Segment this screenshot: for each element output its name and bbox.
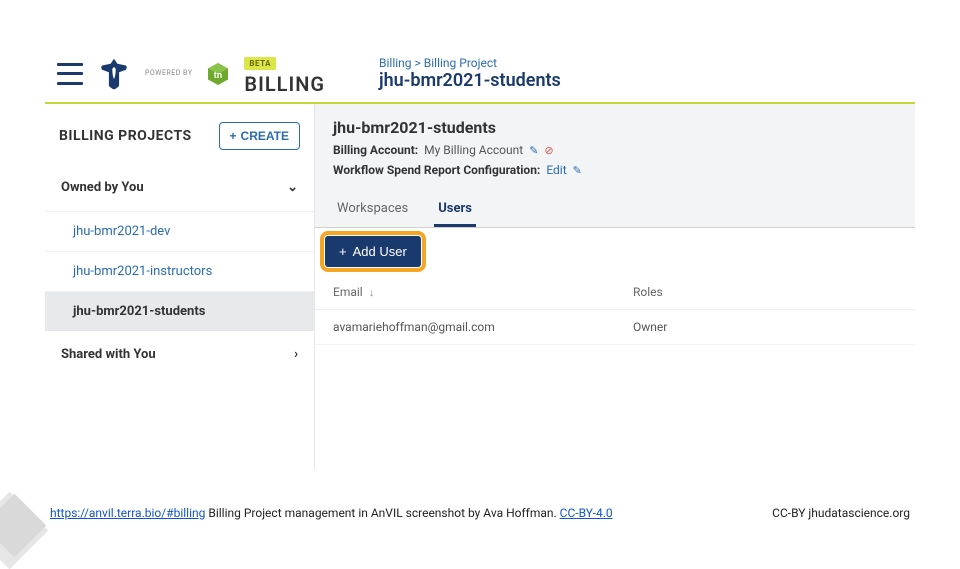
powered-by-label: POWERED BY — [145, 70, 192, 78]
table-row: avamariehoffman@gmail.com Owner — [315, 310, 915, 345]
svg-text:tn: tn — [214, 70, 223, 80]
workflow-config-row: Workflow Spend Report Configuration: Edi… — [333, 163, 897, 177]
remove-icon[interactable]: ⊘ — [544, 144, 553, 157]
main-panel: jhu-bmr2021-students Billing Account: My… — [315, 104, 915, 470]
users-tab-body: + Add User Email ↓ Roles avamariehoffman… — [315, 228, 915, 470]
tab-workspaces[interactable]: Workspaces — [333, 193, 412, 227]
page-title: jhu-bmr2021-students — [379, 70, 561, 91]
breadcrumb-block: Billing > Billing Project jhu-bmr2021-st… — [379, 56, 561, 91]
sidebar-item-dev[interactable]: jhu-bmr2021-dev — [45, 211, 314, 251]
source-url-link[interactable]: https://anvil.terra.bio/#billing — [50, 506, 205, 520]
tab-users[interactable]: Users — [434, 193, 476, 227]
attribution: CC-BY jhudatascience.org — [772, 506, 910, 520]
terra-logo-icon: tn — [206, 62, 230, 86]
sidebar-item-instructors[interactable]: jhu-bmr2021-instructors — [45, 251, 314, 291]
cell-role: Owner — [633, 320, 897, 334]
billing-account-row: Billing Account: My Billing Account ✎ ⊘ — [333, 143, 897, 157]
footer: https://anvil.terra.bio/#billing Billing… — [50, 506, 910, 520]
hamburger-icon[interactable] — [57, 63, 83, 85]
column-email[interactable]: Email ↓ — [333, 285, 633, 299]
plus-icon: + — [230, 129, 237, 143]
add-user-button[interactable]: + Add User — [325, 236, 421, 267]
license-link[interactable]: CC-BY-4.0 — [560, 506, 613, 520]
beta-badge: BETA — [244, 57, 276, 70]
sort-down-icon: ↓ — [369, 286, 375, 299]
shared-with-you-expander[interactable]: Shared with You › — [45, 331, 314, 378]
chevron-right-icon: › — [294, 347, 298, 362]
breadcrumb-root[interactable]: Billing — [379, 56, 412, 70]
app-header: POWERED BY tn BETA BILLING Billing > Bil… — [45, 45, 915, 104]
tabs: Workspaces Users — [315, 193, 915, 228]
sidebar-item-students[interactable]: jhu-bmr2021-students — [45, 291, 314, 331]
edit-link[interactable]: Edit — [546, 163, 566, 177]
plus-icon: + — [339, 244, 347, 259]
breadcrumb: Billing > Billing Project — [379, 56, 561, 70]
sidebar: BILLING PROJECTS + CREATE Owned by You ⌄… — [45, 104, 315, 470]
owned-by-you-expander[interactable]: Owned by You ⌄ — [45, 164, 314, 211]
sidebar-title: BILLING PROJECTS — [59, 128, 192, 144]
project-list: jhu-bmr2021-dev jhu-bmr2021-instructors … — [45, 211, 314, 331]
pencil-icon[interactable]: ✎ — [529, 144, 538, 157]
create-button[interactable]: + CREATE — [219, 122, 300, 150]
pencil-icon[interactable]: ✎ — [573, 164, 582, 177]
chevron-down-icon: ⌄ — [287, 180, 298, 195]
column-roles[interactable]: Roles — [633, 285, 897, 299]
billing-heading: BETA BILLING — [244, 51, 325, 96]
cell-email: avamariehoffman@gmail.com — [333, 320, 633, 334]
breadcrumb-leaf: Billing Project — [424, 56, 497, 70]
anvil-logo-icon — [97, 57, 131, 91]
project-name: jhu-bmr2021-students — [333, 118, 897, 137]
table-header: Email ↓ Roles — [315, 275, 915, 310]
